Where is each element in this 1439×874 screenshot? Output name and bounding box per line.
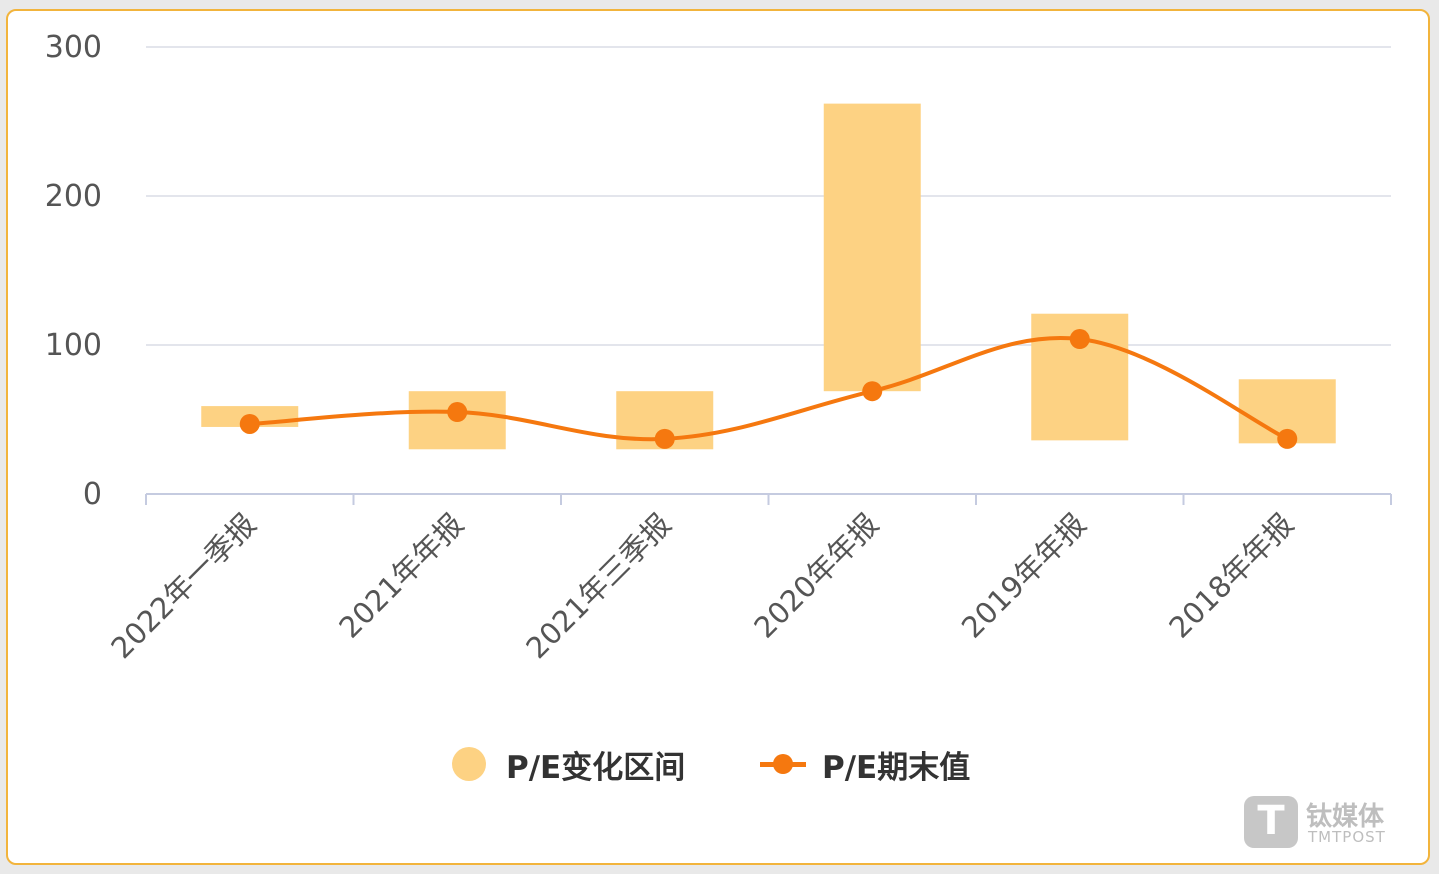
pe-point — [862, 381, 883, 402]
y-tick-label: 200 — [45, 179, 102, 214]
x-tick-labels: 2022年一季报 2021年年报 2021年三季报 2020年年报 2019年年报 201… — [104, 507, 1300, 665]
x-axis — [145, 493, 1392, 505]
pe-line-path — [249, 335, 1289, 442]
pe-point — [1277, 428, 1298, 449]
x-tick-label: 2021年三季报 — [519, 507, 677, 665]
watermark-text-en: TMTPOST — [1308, 828, 1386, 846]
legend-label-range: P/E变化区间 — [506, 749, 686, 786]
legend-item-line[interactable]: P/E期末值 — [760, 742, 970, 786]
x-tick-label: 2018年年报 — [1162, 507, 1300, 645]
watermark-letter: T — [1257, 798, 1285, 844]
legend: P/E变化区间 P/E期末值 — [0, 742, 1439, 786]
range-bars — [201, 103, 1336, 450]
pe-point — [239, 413, 260, 434]
range-bar — [823, 103, 921, 392]
y-tick-label: 100 — [45, 328, 102, 363]
legend-label-line: P/E期末值 — [822, 749, 971, 786]
watermark-logo: T 钛媒体 TMTPOST — [1244, 794, 1394, 850]
x-tick-label: 2021年年报 — [332, 507, 470, 645]
legend-item-range[interactable]: P/E变化区间 — [452, 742, 685, 786]
x-tick-label: 2022年一季报 — [104, 507, 262, 665]
legend-swatch-range — [452, 747, 486, 781]
x-tick-label: 2020年年报 — [747, 507, 885, 645]
y-tick-label: 0 — [83, 477, 102, 512]
pe-line — [239, 329, 1298, 449]
pe-point — [447, 402, 468, 423]
x-tick-label: 2019年年报 — [955, 507, 1093, 645]
grid-lines — [146, 46, 1391, 346]
pe-point — [654, 428, 675, 449]
y-tick-labels: 0 100 200 300 — [45, 30, 102, 512]
y-tick-label: 300 — [45, 30, 102, 65]
legend-swatch-line — [760, 742, 806, 786]
pe-point — [1069, 329, 1090, 350]
